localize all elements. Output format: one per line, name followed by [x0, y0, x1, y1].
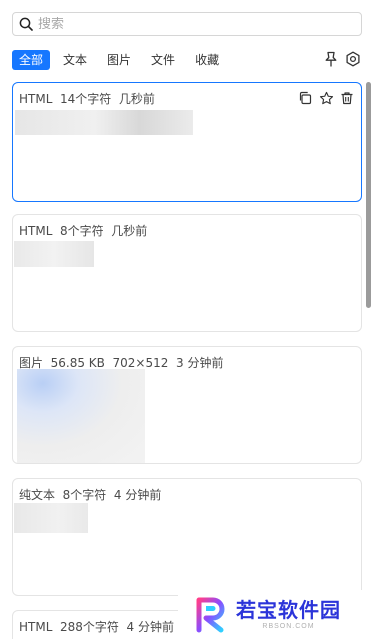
- trash-icon[interactable]: [339, 90, 355, 106]
- copy-icon[interactable]: [297, 90, 313, 106]
- star-icon[interactable]: [318, 90, 334, 106]
- filter-tabs: 全部 文本 图片 文件 收藏: [12, 49, 232, 71]
- tab-all[interactable]: 全部: [12, 50, 51, 70]
- html-preview: [14, 241, 94, 267]
- clipboard-item[interactable]: 纯文本 8个字符 4 分钟前: [12, 478, 362, 596]
- watermark-subtitle: RBSON.COM: [262, 623, 315, 630]
- image-thumbnail: [17, 369, 145, 463]
- clipboard-item[interactable]: HTML 8个字符 几秒前: [12, 214, 362, 332]
- tab-text[interactable]: 文本: [56, 50, 94, 70]
- watermark-title: 若宝软件园: [236, 598, 341, 622]
- watermark: 若宝软件园 RBSON.COM: [178, 590, 376, 639]
- scrollbar-thumb[interactable]: [366, 82, 371, 308]
- tab-image[interactable]: 图片: [100, 50, 138, 70]
- html-preview: [15, 110, 193, 135]
- pin-icon[interactable]: [322, 50, 340, 68]
- settings-icon[interactable]: [344, 50, 362, 68]
- tab-favorites[interactable]: 收藏: [188, 50, 226, 70]
- item-meta: 纯文本 8个字符 4 分钟前: [19, 488, 162, 502]
- item-meta: HTML 8个字符 几秒前: [19, 224, 148, 238]
- search-input[interactable]: [38, 16, 338, 32]
- search-box[interactable]: [12, 12, 362, 36]
- watermark-logo-icon: [196, 597, 225, 632]
- item-meta: HTML 14个字符 几秒前: [19, 92, 155, 106]
- tab-file[interactable]: 文件: [144, 50, 182, 70]
- clipboard-item[interactable]: 图片 56.85 KB 702×512 3 分钟前: [12, 346, 362, 464]
- item-meta: HTML 288个字符 4 分钟前: [19, 620, 175, 634]
- text-preview: [14, 503, 88, 533]
- search-icon: [19, 17, 33, 31]
- clipboard-item[interactable]: HTML 14个字符 几秒前: [12, 82, 362, 202]
- item-actions: [297, 90, 355, 106]
